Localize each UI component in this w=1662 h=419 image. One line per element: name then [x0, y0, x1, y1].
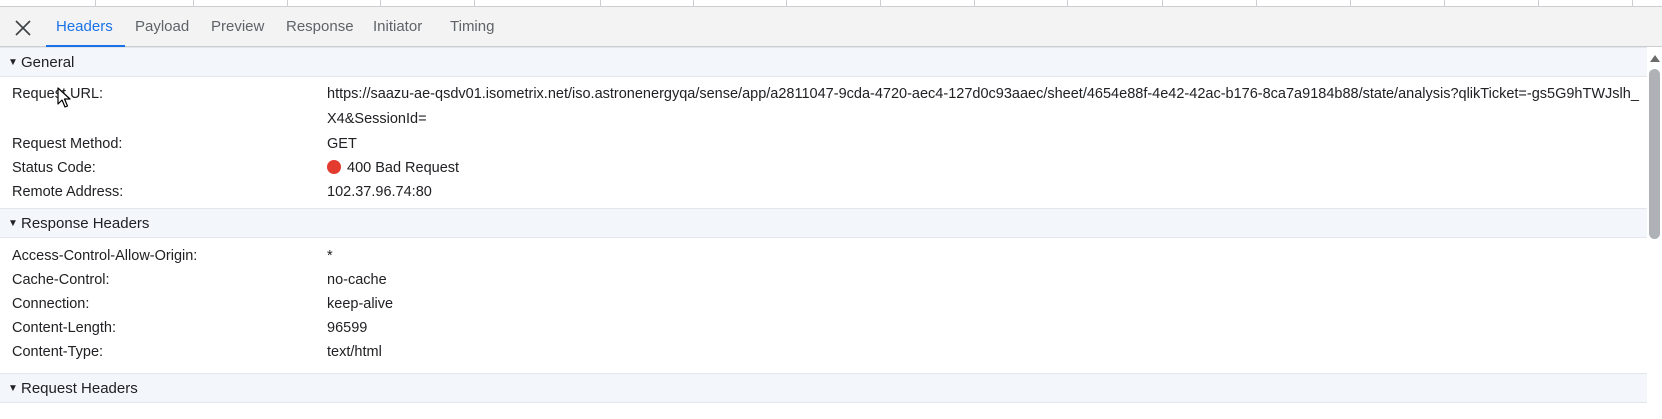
section-title: Response Headers: [21, 215, 150, 232]
column-divider: [95, 0, 96, 6]
scrollbar-thumb[interactable]: [1649, 69, 1660, 239]
section-title: General: [21, 54, 75, 71]
column-divider: [600, 0, 601, 6]
collapse-triangle-icon: ▼: [8, 218, 18, 229]
header-key: Content-Length:: [12, 320, 116, 336]
column-divider: [193, 0, 194, 6]
header-key: Connection:: [12, 296, 90, 312]
tab-response[interactable]: Response: [286, 7, 354, 46]
header-value[interactable]: *: [327, 248, 333, 264]
header-value[interactable]: no-cache: [327, 272, 387, 288]
header-value[interactable]: 96599: [327, 320, 367, 336]
tab-timing[interactable]: Timing: [450, 7, 494, 46]
column-divider: [1256, 0, 1257, 6]
request-table-strip: [0, 0, 1662, 7]
header-key: Cache-Control:: [12, 272, 110, 288]
column-divider: [1632, 0, 1633, 6]
section-general-header[interactable]: ▼ General: [0, 47, 1647, 77]
column-divider: [474, 0, 475, 6]
request-url-value[interactable]: https://saazu-ae-qsdv01.isometrix.net/is…: [327, 82, 1647, 132]
devtools-network-panel: Headers Payload Preview Response Initiat…: [0, 0, 1662, 419]
column-divider: [693, 0, 694, 6]
column-divider: [380, 0, 381, 6]
detail-tab-bar: Headers Payload Preview Response Initiat…: [0, 7, 1662, 47]
column-divider: [880, 0, 881, 6]
column-divider: [1444, 0, 1445, 6]
close-icon[interactable]: [10, 15, 36, 41]
mouse-pointer-icon: [57, 87, 71, 108]
header-value[interactable]: keep-alive: [327, 296, 393, 312]
header-key: Request Method:: [12, 136, 123, 152]
header-key: Access-Control-Allow-Origin:: [12, 248, 198, 264]
tab-preview[interactable]: Preview: [211, 7, 264, 46]
header-value[interactable]: GET: [327, 136, 357, 152]
column-divider: [287, 0, 288, 6]
tab-initiator[interactable]: Initiator: [373, 7, 422, 46]
tab-payload[interactable]: Payload: [135, 7, 189, 46]
column-divider: [1350, 0, 1351, 6]
tab-headers[interactable]: Headers: [46, 7, 125, 47]
section-title: Request Headers: [21, 380, 138, 397]
header-value[interactable]: text/html: [327, 344, 382, 360]
column-divider: [1538, 0, 1539, 6]
header-key: Status Code:: [12, 160, 96, 176]
scroll-up-arrow-icon[interactable]: [1650, 55, 1660, 62]
collapse-triangle-icon: ▼: [8, 383, 18, 394]
status-error-icon: [327, 160, 341, 174]
section-response-headers-header[interactable]: ▼ Response Headers: [0, 208, 1647, 238]
column-divider: [1067, 0, 1068, 6]
status-text: 400 Bad Request: [347, 160, 460, 176]
column-divider: [974, 0, 975, 6]
vertical-scrollbar[interactable]: [1647, 47, 1662, 419]
status-code-value[interactable]: 400 Bad Request: [327, 160, 459, 176]
header-value[interactable]: 102.37.96.74:80: [327, 184, 432, 200]
collapse-triangle-icon: ▼: [8, 57, 18, 68]
headers-content: ▼ General Request URL: https://saazu-ae-…: [0, 47, 1647, 419]
header-key: Content-Type:: [12, 344, 104, 360]
header-key: Remote Address:: [12, 184, 124, 200]
column-divider: [1162, 0, 1163, 6]
column-divider: [786, 0, 787, 6]
section-request-headers-header[interactable]: ▼ Request Headers: [0, 373, 1647, 403]
